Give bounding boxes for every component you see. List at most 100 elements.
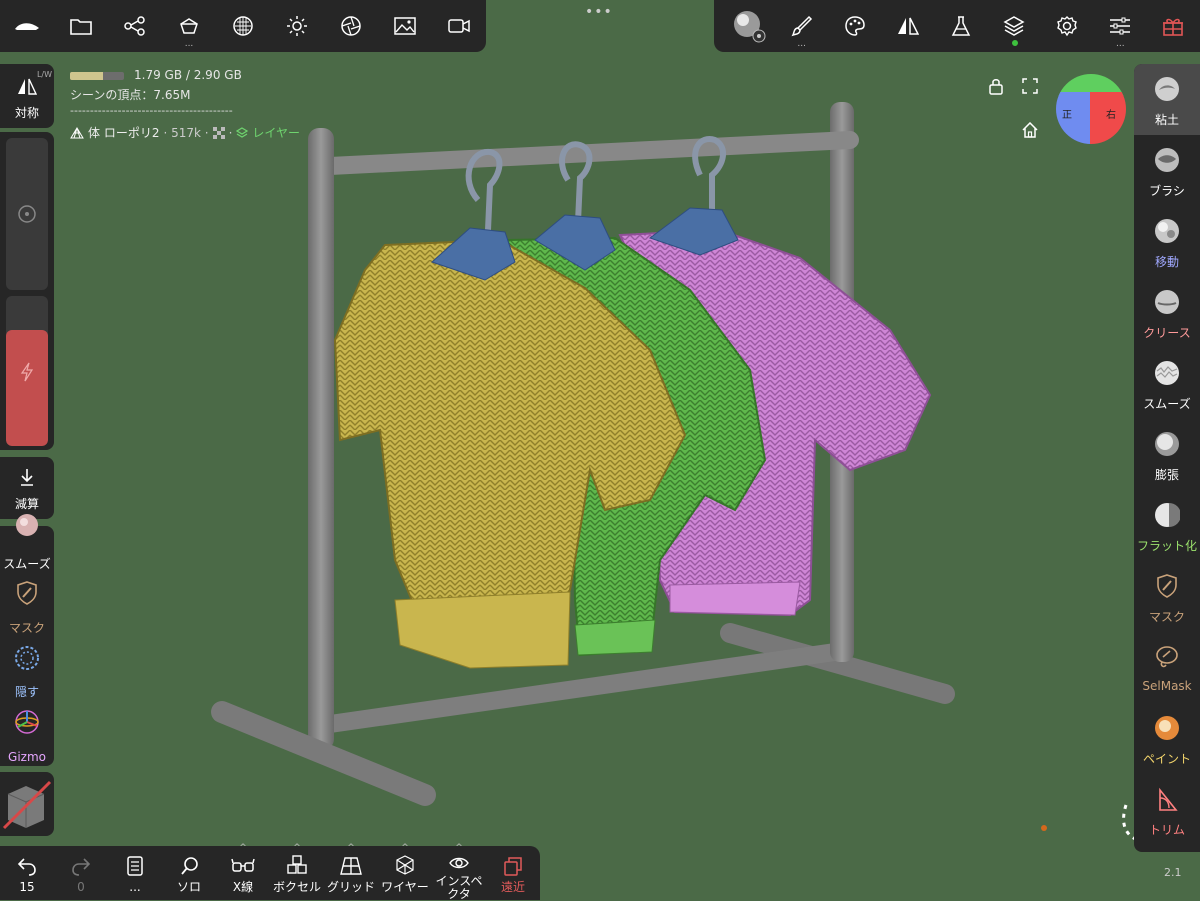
file-button[interactable] <box>54 0 108 52</box>
memory-usage: 1.79 GB / 2.90 GB <box>70 68 242 82</box>
scene-button[interactable]: ... <box>162 0 216 52</box>
home-view-button[interactable] <box>1020 120 1040 140</box>
voxel-button[interactable]: ^ ボクセル <box>270 843 324 900</box>
tool-selmask[interactable]: SelMask <box>1134 632 1200 703</box>
tool-move[interactable]: 移動 <box>1134 206 1200 277</box>
tool-trim[interactable]: トリム <box>1134 774 1200 845</box>
mask-icon <box>17 581 37 605</box>
panel-drag-handle[interactable]: ••• <box>585 4 613 20</box>
image-button[interactable] <box>378 0 432 52</box>
move-brush-icon <box>1155 219 1179 243</box>
quick-hide-tool[interactable]: 隠す <box>0 640 54 704</box>
lab-button[interactable] <box>934 0 987 52</box>
intensity-slider[interactable] <box>6 296 48 446</box>
solo-button[interactable]: ソロ <box>162 846 216 900</box>
brush-sliders <box>0 132 54 450</box>
tool-smooth[interactable]: スムーズ <box>1134 348 1200 419</box>
tool-paint[interactable]: ペイント <box>1134 703 1200 774</box>
tool-clay[interactable]: 粘土 <box>1134 64 1200 135</box>
subtract-label: 減算 <box>14 497 39 511</box>
layers-button[interactable] <box>988 0 1041 52</box>
redo-icon <box>72 858 91 876</box>
scene-vertex-count: シーンの頂点：7.65M <box>70 88 191 102</box>
memory-bar <box>70 71 124 80</box>
flatten-brush-icon <box>1155 503 1180 527</box>
gizmo-icon <box>15 710 39 734</box>
more-indicator: ... <box>797 39 806 49</box>
brush-icon <box>791 15 812 37</box>
render-button[interactable] <box>324 0 378 52</box>
top-right-toolbar: ... ... <box>714 0 1200 52</box>
grid-button[interactable]: ^ グリッド <box>324 843 378 900</box>
subtract-toggle[interactable]: 減算 <box>0 457 54 519</box>
app-logo-icon <box>15 23 39 30</box>
matcap-icon <box>733 11 766 43</box>
symmetry-button[interactable] <box>881 0 934 52</box>
radius-slider[interactable] <box>6 138 48 290</box>
memory-bar-fill <box>70 71 104 80</box>
gift-button[interactable] <box>1147 0 1200 52</box>
smooth-brush-icon <box>16 514 38 536</box>
object-thumbnail[interactable] <box>0 772 54 836</box>
more-indicator: ... <box>184 39 194 49</box>
voxel-label: ボクセル <box>272 880 321 894</box>
quick-smooth-tool[interactable]: スムーズ <box>0 512 54 576</box>
info-separator: ----------------------------------------… <box>70 104 233 117</box>
lock-icon <box>989 79 1003 95</box>
settings-button[interactable] <box>1041 0 1094 52</box>
expand-caret: ^ <box>347 843 355 853</box>
quick-tools: スムーズ マスク 隠す Gizmo <box>0 514 54 768</box>
light-button[interactable] <box>270 0 324 52</box>
matcap-button[interactable] <box>722 0 775 52</box>
tool-mask[interactable]: マスク <box>1134 561 1200 632</box>
view-cube[interactable]: 正 右 <box>1056 74 1126 144</box>
tool-flatten[interactable]: フラット化 <box>1134 490 1200 561</box>
wireframe-icon <box>396 855 414 875</box>
scene-graph-icon <box>124 16 145 36</box>
radius-icon <box>18 205 36 223</box>
tool-label: トリム <box>1148 823 1185 837</box>
folder-icon <box>70 19 92 35</box>
quick-gizmo-tool[interactable]: Gizmo <box>0 704 54 768</box>
undo-button[interactable]: 15 <box>0 846 54 900</box>
sculpt-tools-panel: 粘土 ブラシ 移動 クリース スムーズ 膨張 フラット化 マスク SelMask… <box>1134 64 1200 852</box>
tool-brush[interactable]: ブラシ <box>1134 135 1200 206</box>
expand-caret: ^ <box>455 843 463 853</box>
app-logo-button[interactable] <box>0 0 54 52</box>
video-button[interactable] <box>432 0 486 52</box>
inspector-button[interactable]: ^ インスペクタ <box>432 843 486 901</box>
mesh-icon <box>70 126 84 138</box>
symmetry-icon <box>18 78 37 95</box>
version-label: 2.1 <box>1164 866 1182 879</box>
tool-crease[interactable]: クリース <box>1134 277 1200 348</box>
xray-button[interactable]: ^ X線 <box>216 843 270 900</box>
active-object-info[interactable]: 体 ローポリ2 · 517k · · レイヤー <box>70 124 300 141</box>
view-cube-right-label: 右 <box>1106 110 1116 121</box>
gift-icon <box>1163 18 1184 36</box>
material-button[interactable] <box>216 0 270 52</box>
quick-tool-label: 隠す <box>14 685 39 699</box>
tool-label: フラット化 <box>1136 539 1197 553</box>
perspective-button[interactable]: 遠近 <box>486 846 540 900</box>
expand-caret: ^ <box>293 843 301 853</box>
redo-button[interactable]: 0 <box>54 846 108 900</box>
palette-button[interactable] <box>828 0 881 52</box>
lock-button[interactable] <box>986 76 1006 96</box>
undo-count: 15 <box>19 880 35 894</box>
light-icon <box>287 16 307 36</box>
fullscreen-button[interactable] <box>1020 76 1040 96</box>
quick-mask-tool[interactable]: マスク <box>0 576 54 640</box>
brush-settings-button[interactable]: ... <box>775 0 828 52</box>
history-button[interactable]: ... <box>108 846 162 900</box>
tool-inflate[interactable]: 膨張 <box>1134 419 1200 490</box>
wireframe-button[interactable]: ^ ワイヤー <box>378 843 432 900</box>
lasso-icon <box>1156 646 1178 668</box>
tool-label: マスク <box>1148 610 1185 624</box>
smooth-brush-icon <box>1155 361 1179 385</box>
expand-caret: ^ <box>239 843 247 853</box>
wireframe-label: ワイヤー <box>381 880 429 894</box>
symmetry-toggle[interactable]: L/W 対称 <box>0 64 54 128</box>
expand-caret: ^ <box>401 843 409 853</box>
adjustments-button[interactable]: ... <box>1094 0 1147 52</box>
scene-graph-button[interactable] <box>108 0 162 52</box>
